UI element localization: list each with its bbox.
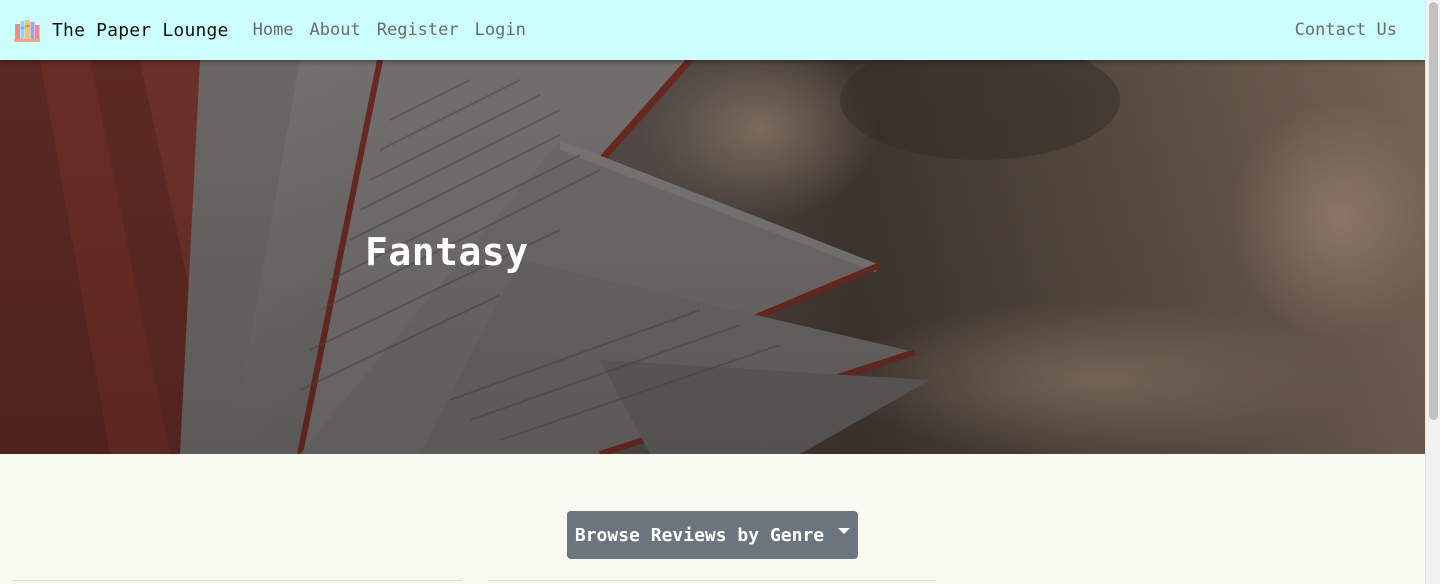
hero-title: Fantasy	[365, 230, 529, 274]
nav-links: Home About Register Login	[245, 20, 534, 40]
vertical-scrollbar[interactable]	[1425, 0, 1440, 584]
nav-login[interactable]: Login	[467, 20, 534, 40]
dropdown-label: Browse Reviews by Genre	[574, 524, 825, 546]
hero-banner: Fantasy	[0, 60, 1425, 454]
nav-home[interactable]: Home	[245, 20, 302, 40]
review-card-edge	[12, 580, 462, 584]
open-book-pages-image	[0, 60, 1425, 454]
browse-genre-dropdown[interactable]: Browse Reviews by Genre	[567, 511, 858, 559]
brand-name: The Paper Lounge	[52, 19, 229, 41]
nav-register[interactable]: Register	[369, 20, 467, 40]
page: The Paper Lounge Home About Register Log…	[0, 0, 1425, 584]
caret-down-icon	[838, 528, 851, 534]
navbar: The Paper Lounge Home About Register Log…	[0, 0, 1425, 60]
scrollbar-thumb[interactable]	[1429, 2, 1438, 420]
review-card-edge	[488, 580, 936, 584]
books-logo-icon	[14, 20, 40, 42]
brand-link[interactable]: The Paper Lounge	[13, 16, 229, 44]
nav-about[interactable]: About	[302, 20, 369, 40]
nav-contact-us[interactable]: Contact Us	[1287, 20, 1405, 40]
